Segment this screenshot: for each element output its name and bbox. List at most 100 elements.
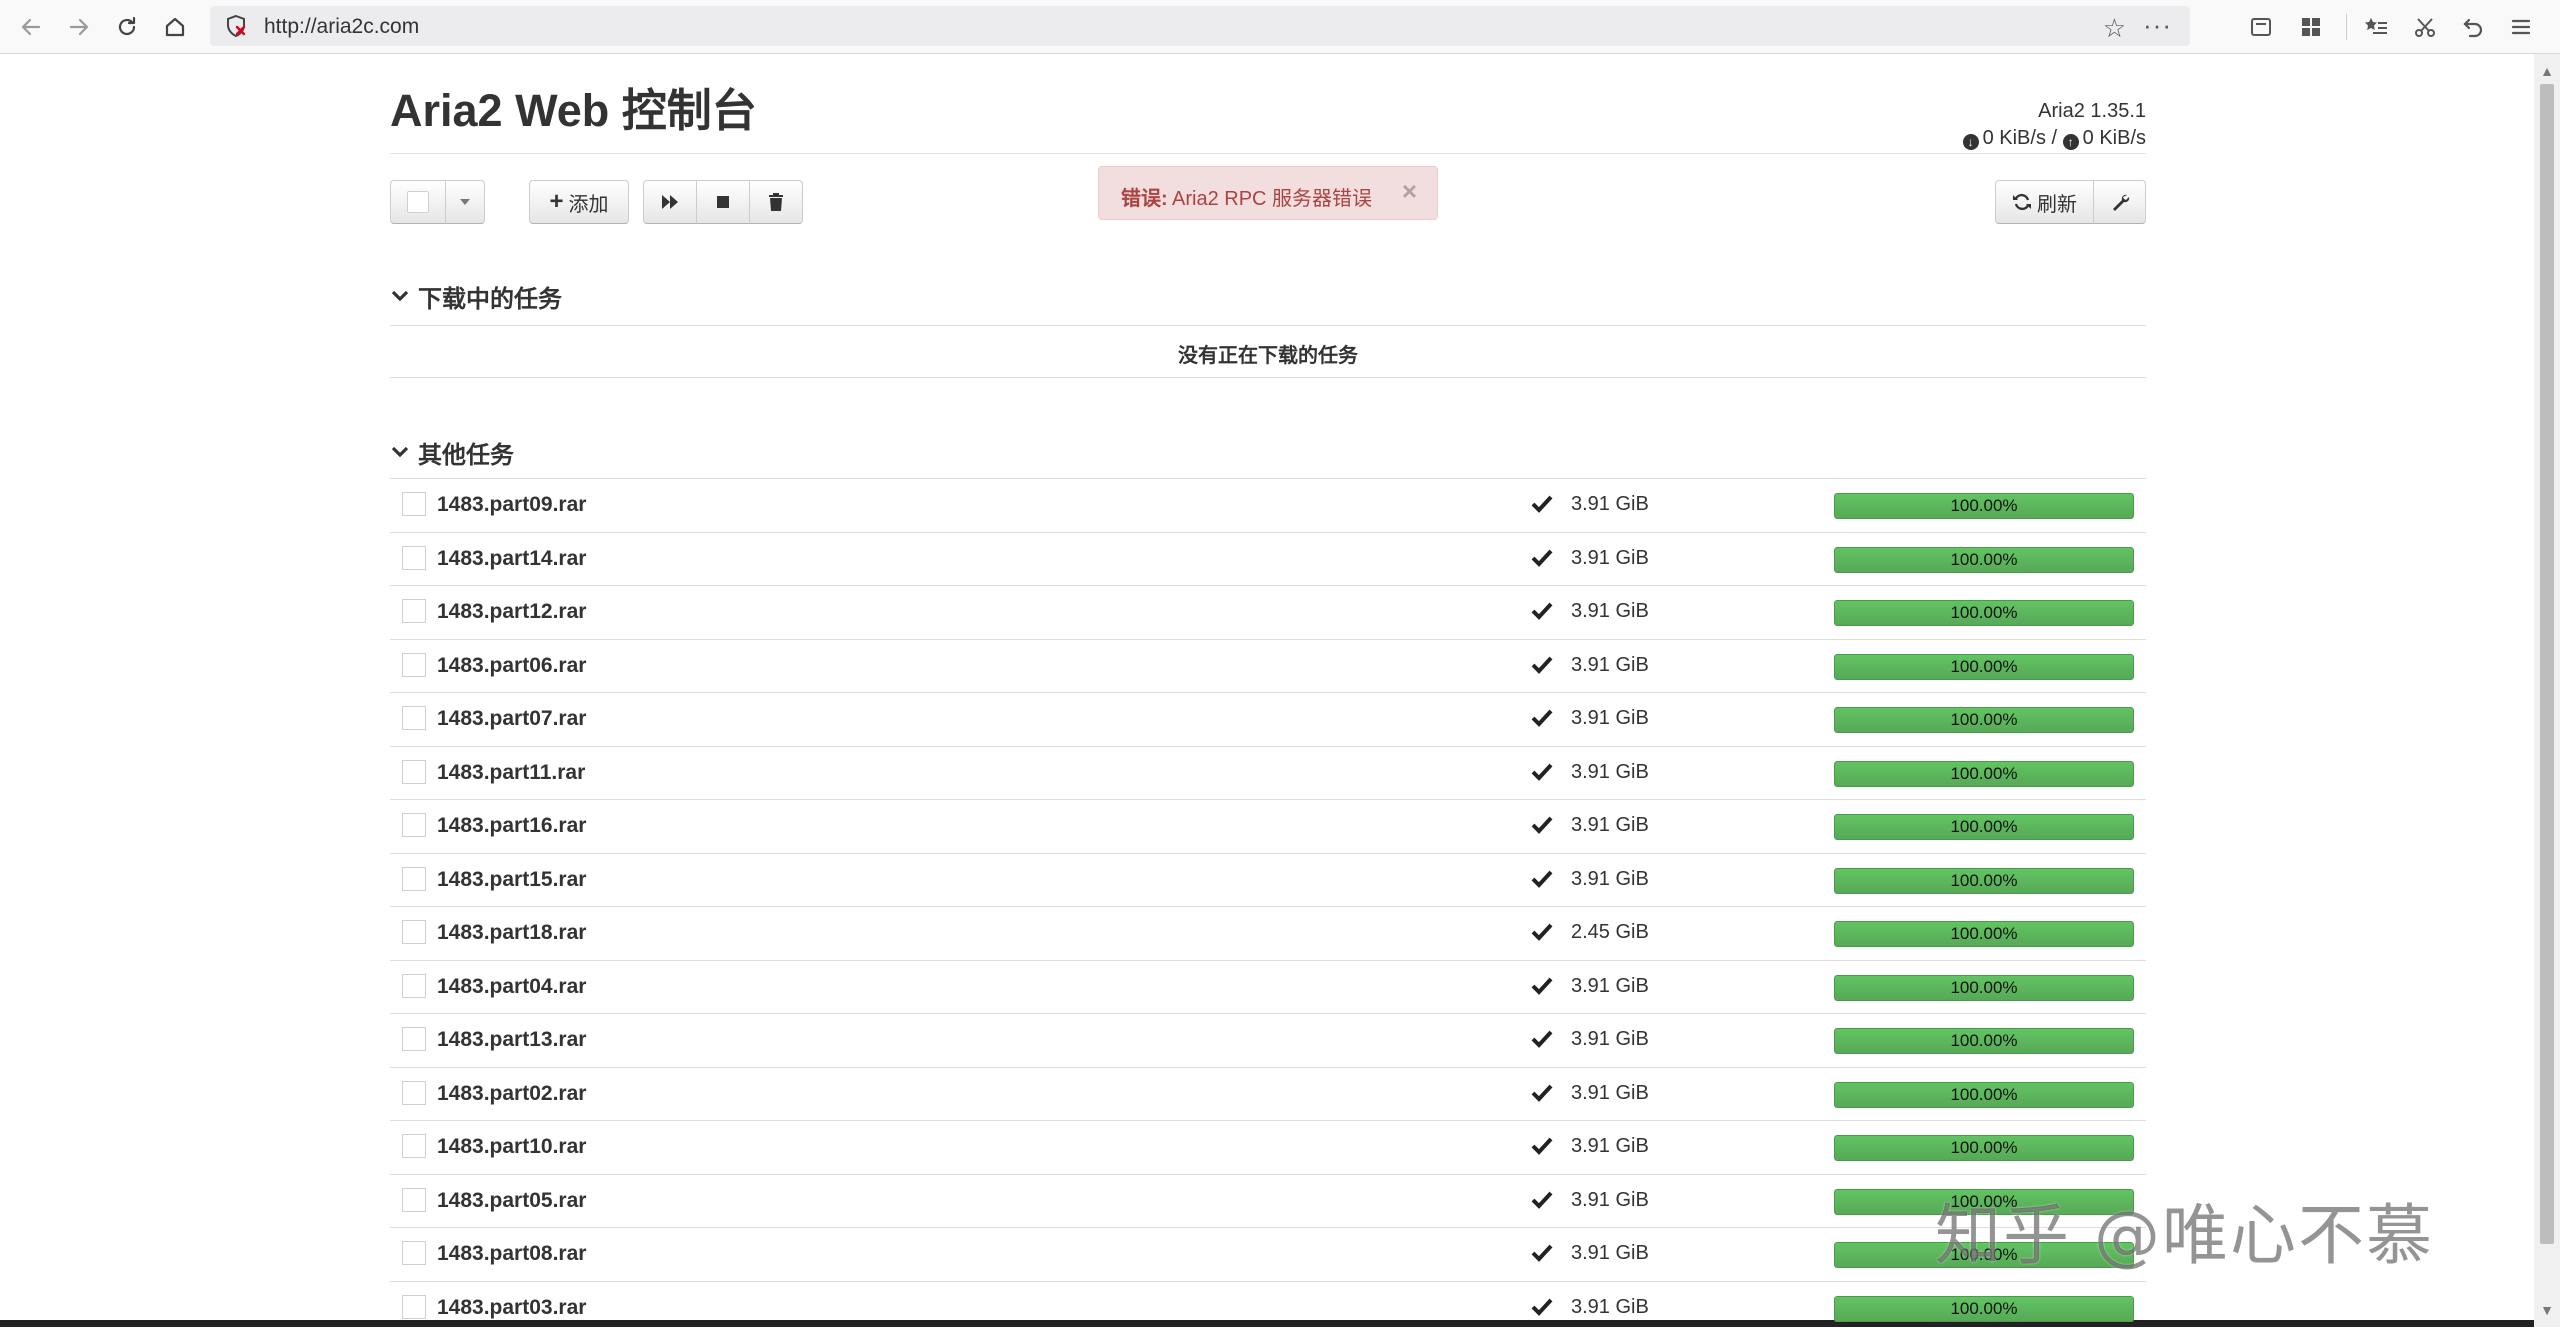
task-size: 3.91 GiB [1571, 814, 1649, 836]
task-size: 3.91 GiB [1571, 493, 1649, 515]
add-button-label: 添加 [568, 193, 609, 216]
refresh-button[interactable]: 刷新 [1995, 180, 2094, 224]
task-checkbox[interactable] [402, 867, 426, 891]
progress-label: 100.00% [1950, 764, 2018, 783]
task-checkbox[interactable] [402, 760, 426, 784]
task-checkbox[interactable] [402, 1081, 426, 1105]
undo-icon[interactable] [2454, 8, 2492, 46]
close-icon[interactable]: × [1402, 176, 1417, 207]
progress-label: 100.00% [1950, 550, 2018, 569]
task-row[interactable]: 1483.part15.rar 3.91 GiB 100.00% [390, 853, 2146, 906]
menu-icon[interactable] [2502, 8, 2540, 46]
url-text[interactable]: http://aria2c.com [264, 15, 419, 39]
scroll-down-arrow-icon[interactable]: ▼ [2534, 1297, 2560, 1323]
task-name[interactable]: 1483.part15.rar [437, 868, 586, 892]
task-name[interactable]: 1483.part08.rar [437, 1242, 586, 1266]
back-arrow-icon[interactable] [12, 8, 50, 46]
task-row[interactable]: 1483.part16.rar 3.91 GiB 100.00% [390, 799, 2146, 852]
task-name[interactable]: 1483.part06.rar [437, 654, 586, 678]
progress-label: 100.00% [1950, 657, 2018, 676]
shield-icon[interactable] [224, 14, 248, 38]
task-row[interactable]: 1483.part18.rar 2.45 GiB 100.00% [390, 906, 2146, 959]
task-checkbox[interactable] [402, 599, 426, 623]
task-row[interactable]: 1483.part13.rar 3.91 GiB 100.00% [390, 1013, 2146, 1066]
task-name[interactable]: 1483.part10.rar [437, 1135, 586, 1159]
progress-label: 100.00% [1950, 978, 2018, 997]
task-row[interactable]: 1483.part09.rar 3.91 GiB 100.00% [390, 478, 2146, 531]
section-downloading-header[interactable]: 下载中的任务 [390, 276, 562, 316]
select-dropdown-button[interactable] [445, 180, 485, 224]
task-checkbox[interactable] [402, 492, 426, 516]
task-checkbox[interactable] [402, 546, 426, 570]
task-name[interactable]: 1483.part07.rar [437, 707, 586, 731]
resume-button[interactable] [643, 180, 697, 224]
task-checkbox[interactable] [402, 974, 426, 998]
task-checkbox[interactable] [402, 1241, 426, 1265]
task-row[interactable]: 1483.part05.rar 3.91 GiB 100.00% [390, 1174, 2146, 1227]
divider [390, 325, 2146, 326]
scroll-thumb[interactable] [2540, 84, 2554, 1244]
task-name[interactable]: 1483.part05.rar [437, 1189, 586, 1213]
task-row[interactable]: 1483.part03.rar 3.91 GiB 100.00% [390, 1281, 2146, 1334]
task-row[interactable]: 1483.part10.rar 3.91 GiB 100.00% [390, 1120, 2146, 1173]
task-name[interactable]: 1483.part02.rar [437, 1082, 586, 1106]
progress-label: 100.00% [1950, 1138, 2018, 1157]
task-name[interactable]: 1483.part11.rar [437, 761, 585, 785]
task-row[interactable]: 1483.part07.rar 3.91 GiB 100.00% [390, 692, 2146, 745]
more-icon[interactable]: ··· [2143, 10, 2172, 41]
task-row[interactable]: 1483.part08.rar 3.91 GiB 100.00% [390, 1227, 2146, 1280]
task-size: 3.91 GiB [1571, 975, 1649, 997]
reader-view-icon[interactable] [2242, 8, 2280, 46]
task-name[interactable]: 1483.part04.rar [437, 975, 586, 999]
task-row[interactable]: 1483.part06.rar 3.91 GiB 100.00% [390, 639, 2146, 692]
scissors-icon[interactable] [2406, 8, 2444, 46]
forward-arrow-icon[interactable] [60, 8, 98, 46]
task-name[interactable]: 1483.part13.rar [437, 1028, 586, 1052]
task-row[interactable]: 1483.part04.rar 3.91 GiB 100.00% [390, 960, 2146, 1013]
progress-label: 100.00% [1950, 817, 2018, 836]
grid-icon[interactable] [2292, 8, 2330, 46]
reload-icon[interactable] [108, 8, 146, 46]
task-checkbox[interactable] [402, 1188, 426, 1212]
add-button[interactable]: + 添加 [529, 180, 629, 224]
task-size: 3.91 GiB [1571, 1189, 1649, 1211]
task-row[interactable]: 1483.part12.rar 3.91 GiB 100.00% [390, 585, 2146, 638]
section-others-header[interactable]: 其他任务 [390, 432, 514, 472]
scroll-up-arrow-icon[interactable]: ▲ [2534, 58, 2560, 84]
task-row[interactable]: 1483.part11.rar 3.91 GiB 100.00% [390, 746, 2146, 799]
progress-label: 100.00% [1950, 1031, 2018, 1050]
toolbar-separator [2346, 14, 2347, 40]
task-checkbox[interactable] [402, 813, 426, 837]
task-row[interactable]: 1483.part14.rar 3.91 GiB 100.00% [390, 532, 2146, 585]
home-icon[interactable] [156, 8, 194, 46]
settings-button[interactable] [2093, 180, 2146, 224]
task-name[interactable]: 1483.part12.rar [437, 600, 586, 624]
vertical-scrollbar[interactable]: ▲ ▼ [2534, 54, 2560, 1327]
divider [390, 377, 2146, 378]
task-checkbox[interactable] [402, 1295, 426, 1319]
task-name[interactable]: 1483.part16.rar [437, 814, 586, 838]
task-row[interactable]: 1483.part02.rar 3.91 GiB 100.00% [390, 1067, 2146, 1120]
select-all-checkbox[interactable] [390, 180, 446, 224]
task-name[interactable]: 1483.part14.rar [437, 547, 586, 571]
checkbox-icon [407, 191, 429, 213]
address-bar[interactable]: http://aria2c.com ☆ ··· [210, 6, 2190, 46]
task-checkbox[interactable] [402, 706, 426, 730]
task-name[interactable]: 1483.part09.rar [437, 493, 586, 517]
section-downloading-title: 下载中的任务 [418, 285, 562, 313]
task-size: 3.91 GiB [1571, 1082, 1649, 1104]
task-name[interactable]: 1483.part03.rar [437, 1296, 586, 1320]
checkmark-icon [1531, 549, 1553, 567]
checkmark-icon [1531, 1191, 1553, 1209]
task-checkbox[interactable] [402, 920, 426, 944]
bookmarks-list-icon[interactable] [2358, 8, 2396, 46]
task-checkbox[interactable] [402, 1134, 426, 1158]
checkmark-icon [1531, 602, 1553, 620]
task-checkbox[interactable] [402, 653, 426, 677]
stop-button[interactable] [696, 180, 750, 224]
task-size: 3.91 GiB [1571, 600, 1649, 622]
task-checkbox[interactable] [402, 1027, 426, 1051]
star-icon[interactable]: ☆ [2103, 13, 2126, 44]
task-name[interactable]: 1483.part18.rar [437, 921, 586, 945]
delete-button[interactable] [749, 180, 803, 224]
